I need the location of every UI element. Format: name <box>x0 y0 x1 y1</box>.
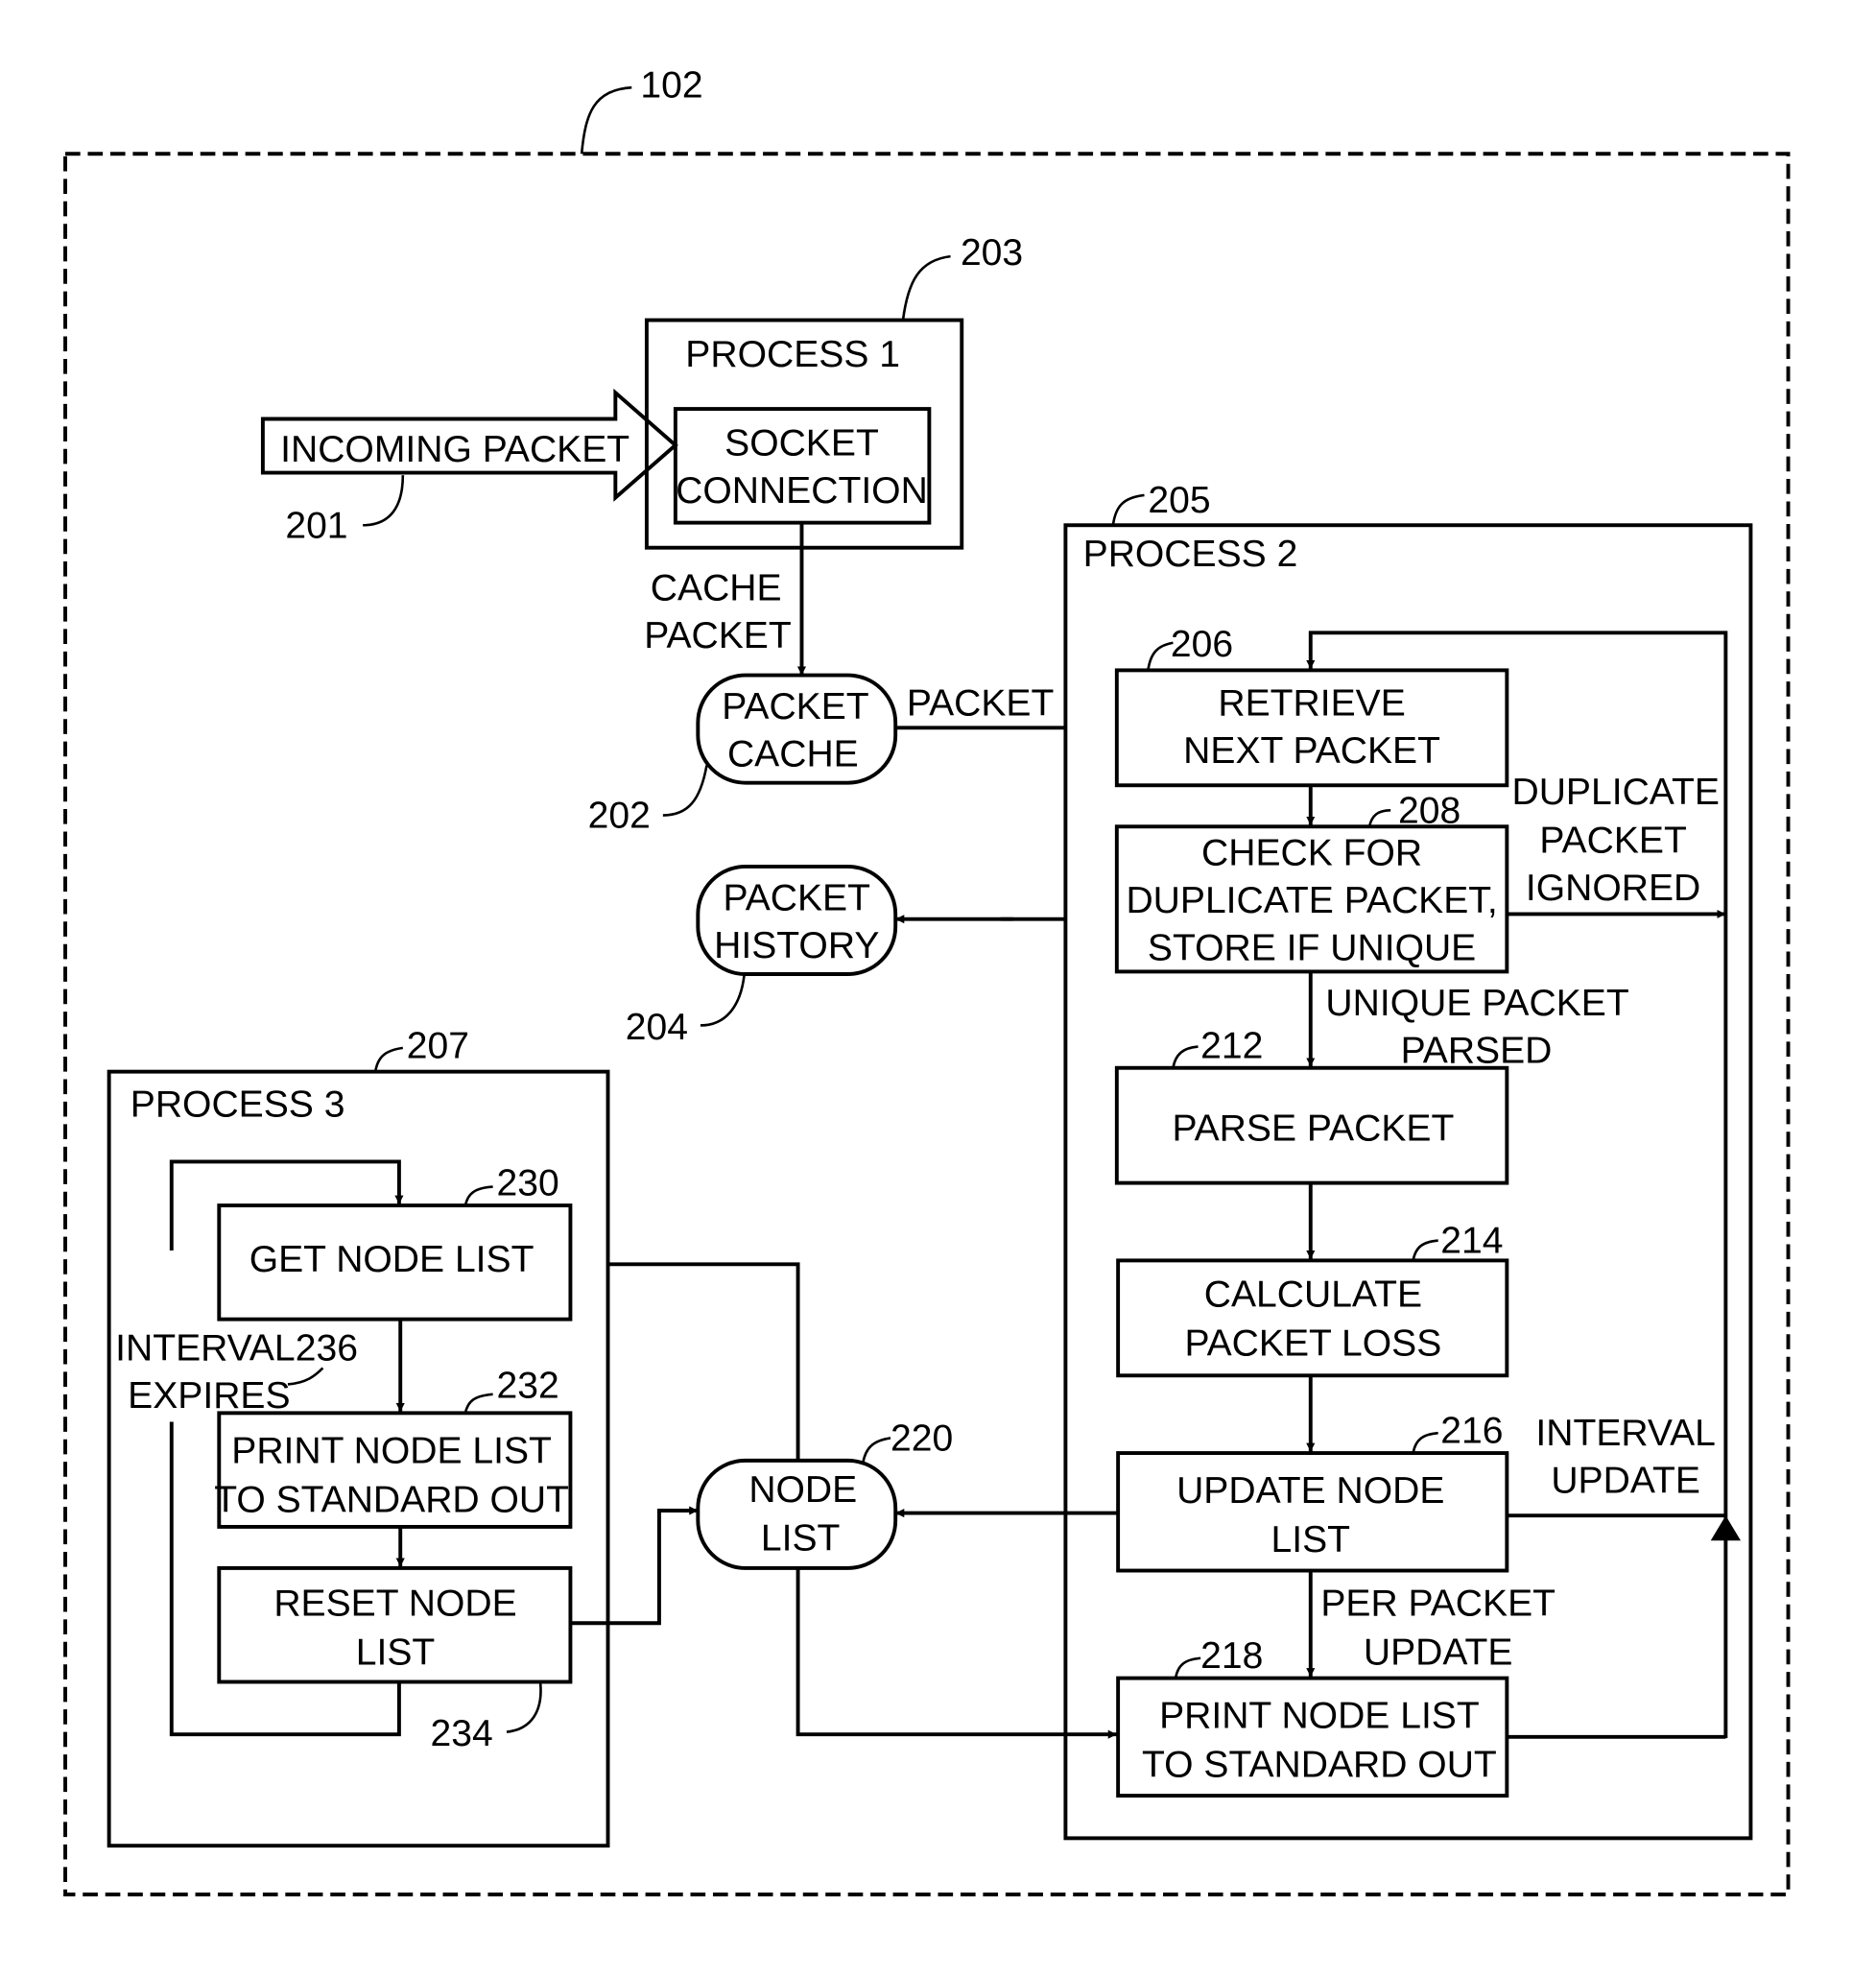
duplicate-label-2: PACKET <box>1539 821 1686 862</box>
check-line-1: CHECK FOR <box>1201 833 1422 874</box>
packet-cache-line-2: CACHE <box>727 734 859 775</box>
interval-label-2: EXPIRES <box>128 1375 290 1417</box>
flow-diagram: 102 PROCESS 1 203 SOCKET CONNECTION INCO… <box>63 65 1791 1896</box>
retrieve-line-1: RETRIEVE <box>1218 682 1405 724</box>
check-line-2: DUPLICATE PACKET, <box>1126 880 1497 921</box>
per-packet-label-2: UPDATE <box>1364 1632 1513 1673</box>
duplicate-label-3: IGNORED <box>1526 868 1700 909</box>
socket-line-1: SOCKET <box>724 422 879 464</box>
process2-title: PROCESS 2 <box>1083 534 1298 575</box>
incoming-packet-label: INCOMING PACKET <box>280 429 629 470</box>
p3-print-line-2: TO STANDARD OUT <box>214 1479 569 1520</box>
per-packet-label-1: PER PACKET <box>1320 1583 1555 1624</box>
leader-204 <box>700 975 746 1027</box>
leader-205 <box>1111 493 1145 526</box>
ref-216: 216 <box>1440 1411 1503 1452</box>
reset-line-2: LIST <box>356 1632 436 1673</box>
leader-203 <box>901 254 951 321</box>
packet-cache-line-1: PACKET <box>722 686 868 727</box>
ref-205: 205 <box>1148 480 1210 521</box>
ref-220: 220 <box>891 1417 953 1459</box>
ref-214: 214 <box>1440 1221 1503 1262</box>
ref-201: 201 <box>285 505 347 546</box>
ref-232: 232 <box>497 1366 559 1407</box>
ref-234: 234 <box>430 1713 492 1754</box>
ref-212: 212 <box>1200 1025 1263 1066</box>
socket-line-2: CONNECTION <box>676 470 928 512</box>
check-line-3: STORE IF UNIQUE <box>1148 928 1476 969</box>
p3-print-line-1: PRINT NODE LIST <box>231 1430 552 1471</box>
ref-218: 218 <box>1200 1635 1263 1677</box>
retrieve-line-2: NEXT PACKET <box>1183 730 1440 772</box>
reset-line-1: RESET NODE <box>273 1583 516 1624</box>
parse-line-1: PARSE PACKET <box>1172 1108 1454 1149</box>
node-list-line-1: NODE <box>748 1469 857 1511</box>
ref-204: 204 <box>626 1007 688 1048</box>
cache-label-1: CACHE <box>651 567 782 608</box>
node-list-line-2: LIST <box>761 1518 841 1560</box>
unique-label-2: PARSED <box>1401 1031 1553 1072</box>
packet-history-line-1: PACKET <box>724 878 870 919</box>
leader-202 <box>662 765 708 817</box>
p2-print-line-1: PRINT NODE LIST <box>1159 1696 1480 1737</box>
cache-label-2: PACKET <box>644 615 791 656</box>
ref-203: 203 <box>961 232 1023 274</box>
get-line-1: GET NODE LIST <box>249 1239 534 1280</box>
unique-label-1: UNIQUE PACKET <box>1325 983 1628 1024</box>
update-line-2: LIST <box>1271 1519 1351 1560</box>
interval-label-1: INTERVAL <box>115 1328 296 1370</box>
process1-title: PROCESS 1 <box>685 334 900 375</box>
leader-201 <box>363 475 405 527</box>
calc-line-1: CALCULATE <box>1204 1274 1422 1316</box>
process3-title: PROCESS 3 <box>131 1084 345 1126</box>
ref-230: 230 <box>497 1163 559 1204</box>
interval-update-label-2: UPDATE <box>1551 1461 1700 1502</box>
packet-label: PACKET <box>907 682 1054 724</box>
leader-220 <box>862 1437 891 1464</box>
ref-102: 102 <box>640 65 702 107</box>
packet-history-line-2: HISTORY <box>714 925 879 966</box>
ref-206: 206 <box>1171 624 1233 665</box>
leader-102 <box>580 85 632 155</box>
ref-208: 208 <box>1398 790 1460 831</box>
ref-207: 207 <box>407 1025 469 1066</box>
duplicate-label-1: DUPLICATE <box>1512 772 1720 813</box>
calc-line-2: PACKET LOSS <box>1184 1322 1441 1364</box>
interval-ref: 236 <box>296 1328 358 1370</box>
leader-207 <box>373 1046 404 1072</box>
p2-print-line-2: TO STANDARD OUT <box>1142 1745 1497 1786</box>
ref-202: 202 <box>588 796 651 837</box>
update-line-1: UPDATE NODE <box>1176 1470 1444 1512</box>
interval-update-label-1: INTERVAL <box>1535 1413 1716 1454</box>
